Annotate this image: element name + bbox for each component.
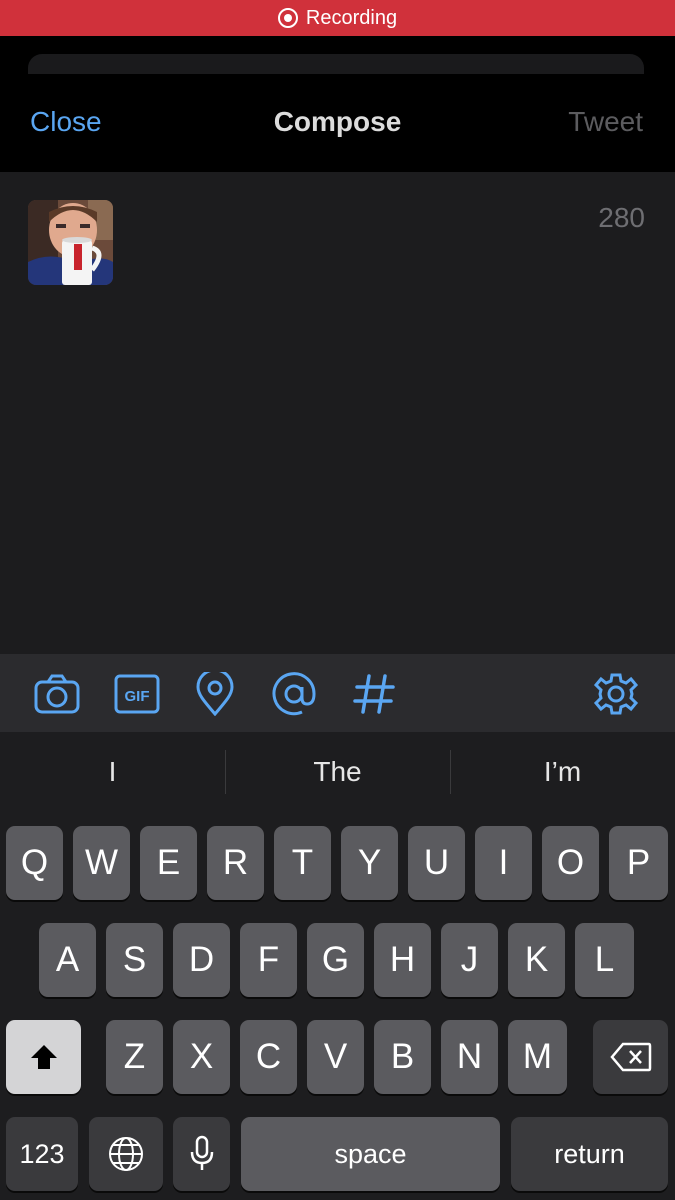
key-n[interactable]: N bbox=[441, 1020, 498, 1094]
gif-icon-label: GIF bbox=[125, 688, 150, 705]
key-u[interactable]: U bbox=[408, 826, 465, 900]
sheet-behind-card bbox=[28, 54, 644, 74]
key-k[interactable]: K bbox=[508, 923, 565, 997]
shift-arrow-icon bbox=[30, 1045, 57, 1069]
tweet-button[interactable]: Tweet bbox=[568, 106, 643, 138]
record-icon bbox=[277, 8, 298, 28]
key-o[interactable]: O bbox=[542, 826, 599, 900]
key-x[interactable]: X bbox=[173, 1020, 230, 1094]
location-pin-icon[interactable] bbox=[192, 671, 238, 717]
key-q[interactable]: Q bbox=[6, 826, 63, 900]
microphone-icon bbox=[190, 1135, 213, 1170]
key-c[interactable]: C bbox=[240, 1020, 297, 1094]
hashtag-icon[interactable] bbox=[351, 671, 397, 717]
backspace-key[interactable] bbox=[593, 1020, 668, 1094]
gif-icon[interactable]: GIF bbox=[114, 671, 160, 717]
space-key[interactable]: space bbox=[241, 1117, 500, 1191]
key-d[interactable]: D bbox=[173, 923, 230, 997]
recording-label: Recording bbox=[305, 6, 398, 29]
globe-icon bbox=[109, 1137, 143, 1171]
key-e[interactable]: E bbox=[140, 826, 197, 900]
key-v[interactable]: V bbox=[307, 1020, 364, 1094]
key-l[interactable]: L bbox=[575, 923, 634, 997]
compose-text-area[interactable]: 280 bbox=[0, 172, 675, 654]
backspace-icon bbox=[609, 1042, 651, 1072]
suggestion-3[interactable]: I’m bbox=[450, 732, 675, 812]
key-p[interactable]: P bbox=[609, 826, 668, 900]
key-w[interactable]: W bbox=[73, 826, 130, 900]
key-h[interactable]: H bbox=[374, 923, 431, 997]
key-y[interactable]: Y bbox=[341, 826, 398, 900]
compose-nav-bar: Close Compose Tweet bbox=[0, 90, 675, 154]
character-counter: 280 bbox=[598, 202, 645, 233]
globe-key[interactable] bbox=[89, 1117, 163, 1191]
camera-icon[interactable] bbox=[34, 671, 80, 717]
key-t[interactable]: T bbox=[274, 826, 331, 900]
key-b[interactable]: B bbox=[374, 1020, 431, 1094]
mention-icon[interactable] bbox=[271, 671, 317, 717]
suggestion-2[interactable]: The bbox=[225, 732, 450, 812]
dictation-key[interactable] bbox=[173, 1117, 230, 1191]
avatar bbox=[28, 200, 113, 285]
key-z[interactable]: Z bbox=[106, 1020, 163, 1094]
key-m[interactable]: M bbox=[508, 1020, 567, 1094]
key-f[interactable]: F bbox=[240, 923, 297, 997]
compose-toolbar: GIF bbox=[0, 654, 675, 732]
return-key[interactable]: return bbox=[511, 1117, 668, 1191]
gear-icon[interactable] bbox=[593, 671, 639, 717]
key-i[interactable]: I bbox=[475, 826, 532, 900]
key-a[interactable]: A bbox=[39, 923, 96, 997]
keyboard: I The I’m Q W E R T Y U I O P A S D F G … bbox=[0, 732, 675, 1200]
key-r[interactable]: R bbox=[207, 826, 264, 900]
key-g[interactable]: G bbox=[307, 923, 364, 997]
recording-status-bar[interactable]: Recording bbox=[0, 0, 675, 36]
suggestion-1[interactable]: I bbox=[0, 732, 225, 812]
key-s[interactable]: S bbox=[106, 923, 163, 997]
predictive-bar: I The I’m bbox=[0, 732, 675, 812]
key-j[interactable]: J bbox=[441, 923, 498, 997]
numbers-key[interactable]: 123 bbox=[6, 1117, 78, 1191]
shift-key[interactable] bbox=[6, 1020, 81, 1094]
